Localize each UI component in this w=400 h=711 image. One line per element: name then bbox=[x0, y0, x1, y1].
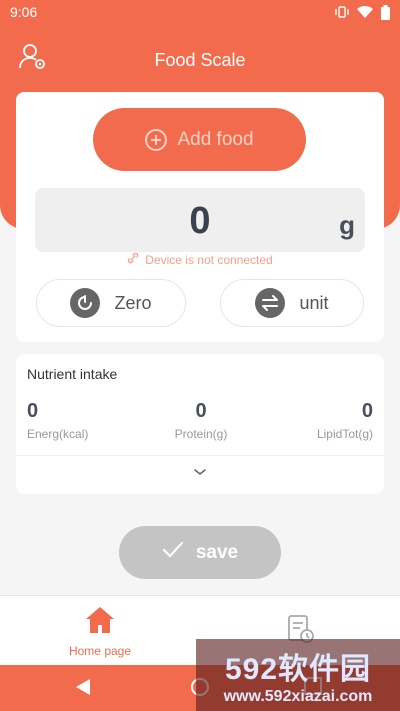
status-icons bbox=[335, 4, 390, 20]
zero-button[interactable]: Zero bbox=[36, 279, 186, 327]
nutrient-protein-label: Protein(g) bbox=[174, 427, 228, 441]
nutrient-energy-value: 0 bbox=[27, 400, 39, 422]
nutrient-lipid-label: LipidTot(g) bbox=[316, 427, 373, 441]
tab-home[interactable]: Home page bbox=[0, 596, 200, 666]
watermark-title: 592软件园 bbox=[224, 653, 372, 686]
nutrient-divider bbox=[16, 455, 384, 456]
vibrate-icon bbox=[335, 5, 349, 19]
nutrient-energy: 0 Energ(kcal) bbox=[27, 400, 88, 441]
add-food-label: Add food bbox=[177, 128, 254, 150]
swap-arrows-icon bbox=[255, 288, 286, 318]
connection-status: Device is not connected bbox=[16, 252, 384, 267]
back-icon[interactable] bbox=[74, 677, 92, 702]
nutrient-title: Nutrient intake bbox=[27, 366, 118, 382]
nutrient-lipid: 0 LipidTot(g) bbox=[317, 400, 373, 441]
save-label: save bbox=[195, 541, 239, 563]
page-title: Food Scale bbox=[154, 50, 246, 70]
weight-unit: g bbox=[339, 210, 355, 240]
nutrient-energy-label: Energ(kcal) bbox=[27, 427, 89, 441]
tab-home-label: Home page bbox=[68, 643, 132, 658]
status-time: 9:06 bbox=[10, 4, 38, 20]
wifi-icon bbox=[357, 5, 373, 19]
weight-value: 0 bbox=[189, 200, 211, 242]
battery-icon bbox=[381, 4, 390, 20]
nutrient-protein: 0 Protein(g) bbox=[156, 400, 246, 441]
add-food-button[interactable]: Add food bbox=[93, 108, 306, 171]
connection-status-text: Device is not connected bbox=[145, 252, 273, 267]
nutrient-protein-value: 0 bbox=[195, 400, 207, 422]
power-reset-icon bbox=[70, 288, 101, 318]
weight-display: 0 g bbox=[35, 188, 365, 252]
watermark-url: www.592xiazai.com bbox=[223, 688, 373, 705]
link-broken-icon bbox=[127, 252, 139, 267]
save-button[interactable]: save bbox=[119, 526, 281, 579]
unit-label: unit bbox=[299, 292, 329, 313]
check-icon bbox=[162, 541, 184, 565]
nutrient-lipid-value: 0 bbox=[361, 400, 373, 422]
plus-circle-icon bbox=[145, 128, 168, 151]
scale-card: Add food 0 g Device is not connected Zer… bbox=[16, 92, 384, 342]
nutrient-card: Nutrient intake 0 Energ(kcal) 0 Protein(… bbox=[16, 354, 384, 494]
home-icon bbox=[84, 605, 116, 640]
status-bar: 9:06 bbox=[0, 0, 400, 24]
zero-label: Zero bbox=[114, 292, 152, 313]
watermark: 592软件园 www.592xiazai.com bbox=[196, 639, 400, 711]
unit-button[interactable]: unit bbox=[220, 279, 364, 327]
chevron-down-icon[interactable] bbox=[192, 464, 208, 480]
